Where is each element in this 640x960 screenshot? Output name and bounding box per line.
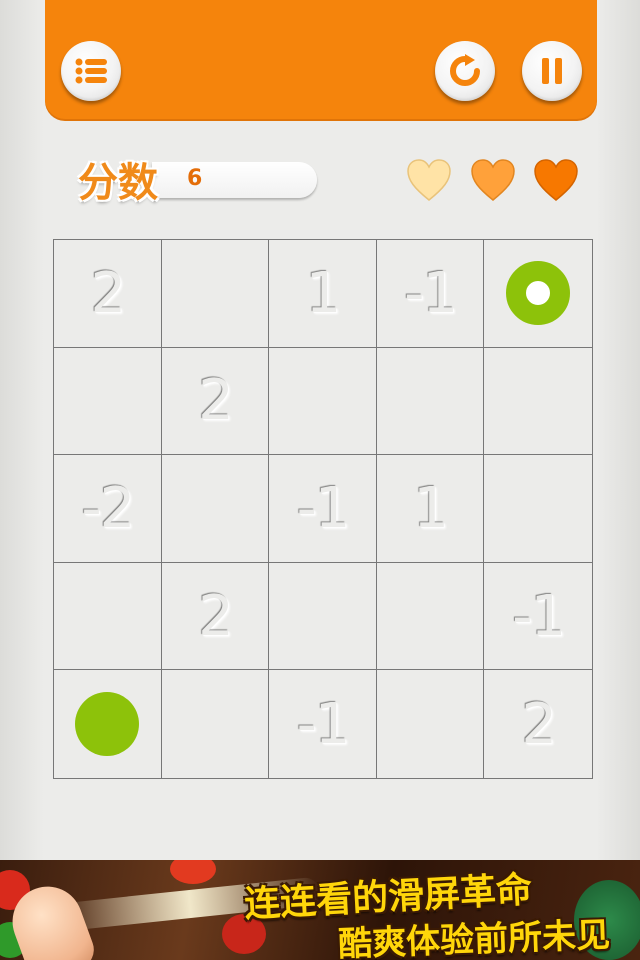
game-board: 2 1 -1 2 -2 -1 1 2 -1 -1 2	[53, 239, 593, 779]
pause-button[interactable]	[522, 41, 582, 101]
banner-subline: 酷爽体验前所未见	[337, 915, 611, 960]
heart-icon	[470, 158, 516, 202]
board-cell[interactable]: 1	[269, 240, 377, 348]
cell-value: -1	[296, 691, 351, 757]
target-ring	[506, 261, 571, 326]
board-cell[interactable]: -1	[376, 240, 485, 348]
list-icon	[74, 57, 108, 85]
board-cell[interactable]: 2	[54, 240, 162, 348]
board-cell[interactable]	[376, 347, 485, 456]
cell-value: 2	[198, 368, 234, 434]
board-cell[interactable]: -2	[54, 455, 162, 563]
heart-icon	[533, 158, 579, 202]
cell-value: -2	[81, 475, 135, 541]
board-cell[interactable]	[269, 562, 377, 671]
board-cell[interactable]	[161, 240, 270, 348]
cell-value: 1	[413, 475, 449, 541]
board-cell[interactable]	[484, 348, 592, 456]
board-cell[interactable]	[269, 347, 377, 456]
pause-icon	[539, 57, 565, 85]
cell-value: -1	[512, 583, 566, 649]
board-cell[interactable]: 2	[484, 670, 592, 778]
cell-value: -1	[296, 475, 351, 541]
cell-value: 1	[305, 260, 342, 326]
restart-button[interactable]	[435, 41, 495, 101]
restart-icon	[448, 54, 482, 88]
board-cell[interactable]: -1	[269, 455, 377, 563]
right-shade	[596, 0, 640, 860]
board-cell[interactable]	[484, 455, 592, 563]
score-display: 分数 6	[72, 150, 317, 206]
cell-value: 2	[198, 583, 234, 649]
board-cell[interactable]	[376, 562, 485, 671]
board-cell[interactable]	[54, 562, 162, 671]
left-shade	[0, 0, 44, 860]
board-cell[interactable]: -1	[269, 670, 377, 778]
cell-value: 2	[90, 260, 126, 326]
score-pill	[152, 162, 317, 198]
top-bar	[45, 0, 597, 119]
cell-value: -1	[404, 260, 458, 326]
board-cell[interactable]	[484, 240, 592, 348]
fruit-graphic	[170, 860, 216, 884]
board-cell[interactable]	[161, 455, 270, 563]
board-cell[interactable]: 2	[161, 562, 270, 671]
board-cell[interactable]: 2	[161, 347, 270, 456]
score-value: 6	[187, 166, 203, 191]
board-cell[interactable]	[377, 670, 485, 778]
board-cell[interactable]: 1	[376, 455, 485, 563]
player-piece[interactable]	[75, 692, 140, 757]
heart-icon	[406, 158, 452, 202]
board-cell[interactable]	[54, 670, 162, 778]
board-cell[interactable]: -1	[484, 563, 592, 671]
score-label: 分数	[78, 160, 158, 206]
board-cell[interactable]	[162, 670, 270, 778]
ad-banner[interactable]: 连连看的滑屏革命 酷爽体验前所未见	[0, 860, 640, 960]
board-cell[interactable]	[54, 347, 162, 456]
lives-indicator	[406, 158, 581, 204]
cell-value: 2	[521, 691, 557, 757]
menu-button[interactable]	[61, 41, 121, 101]
